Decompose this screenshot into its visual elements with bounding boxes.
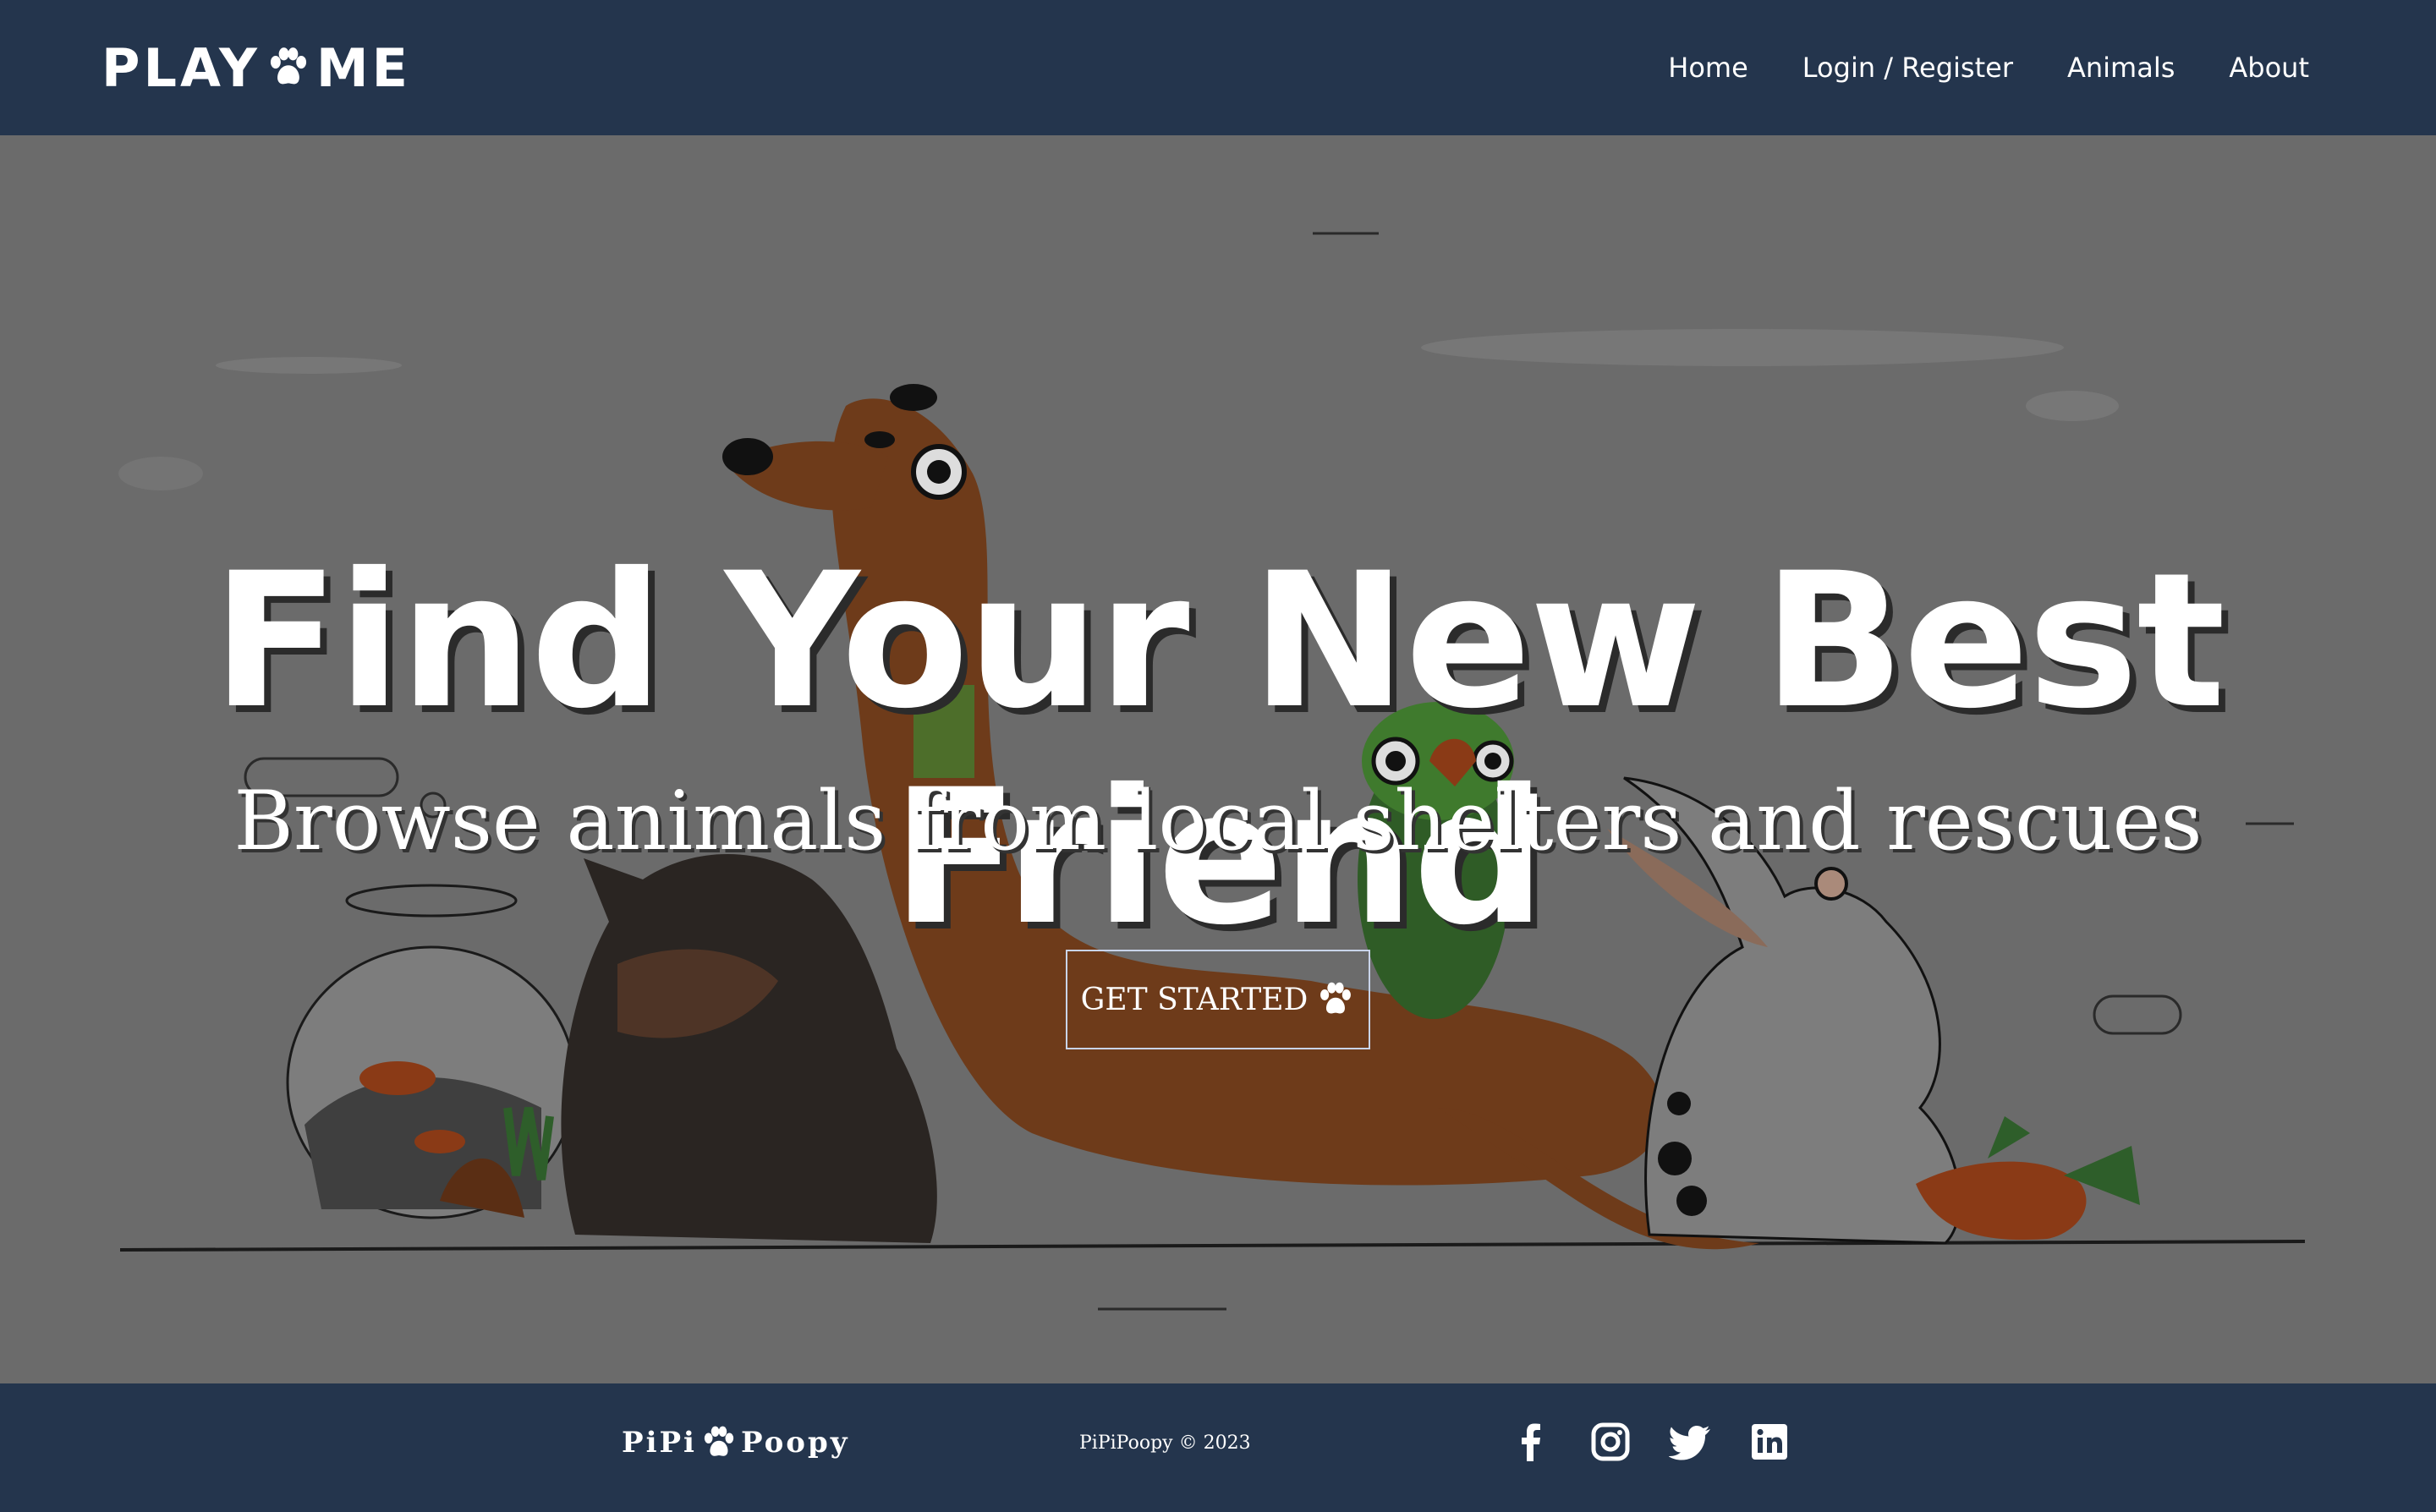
get-started-button[interactable]: GET STARTED [1066, 950, 1370, 1049]
paw-icon [704, 1426, 734, 1456]
logo-text-left: PLAY [102, 36, 261, 99]
main-nav: Home Login / Register Animals About [1668, 52, 2309, 84]
facebook-icon[interactable] [1510, 1421, 1552, 1463]
social-links [1510, 1421, 1791, 1463]
logo-text-right: ME [315, 36, 411, 99]
twitter-icon[interactable] [1669, 1421, 1711, 1463]
nav-animals[interactable]: Animals [2067, 52, 2175, 84]
nav-about[interactable]: About [2229, 52, 2309, 84]
site-logo[interactable]: PLAY ME [102, 37, 411, 99]
get-started-label: GET STARTED [1080, 982, 1309, 1017]
site-header: PLAY ME Home Login / Register Animals Ab… [0, 0, 2436, 135]
instagram-icon[interactable] [1589, 1421, 1632, 1463]
footer-logo-text-left: PiPi [622, 1426, 697, 1460]
hero-title: Find Your New Best Friend [211, 533, 2226, 966]
hero-subtitle: Browse animals from local shelters and r… [233, 774, 2203, 868]
nav-login-register[interactable]: Login / Register [1802, 52, 2013, 84]
linkedin-icon[interactable] [1748, 1421, 1791, 1463]
paw-icon [270, 47, 306, 85]
copyright-text: PiPiPoopy © 2023 [1079, 1433, 1251, 1454]
footer-logo-text-right: Poopy [740, 1426, 850, 1460]
site-footer: PiPi Poopy PiPiPoopy © 2023 [0, 1383, 2436, 1512]
hero-section: Find Your New Best Friend Browse animals… [0, 135, 2436, 1383]
footer-logo[interactable]: PiPi Poopy [622, 1424, 850, 1461]
paw-icon [1320, 982, 1352, 1014]
nav-home[interactable]: Home [1668, 52, 1748, 84]
